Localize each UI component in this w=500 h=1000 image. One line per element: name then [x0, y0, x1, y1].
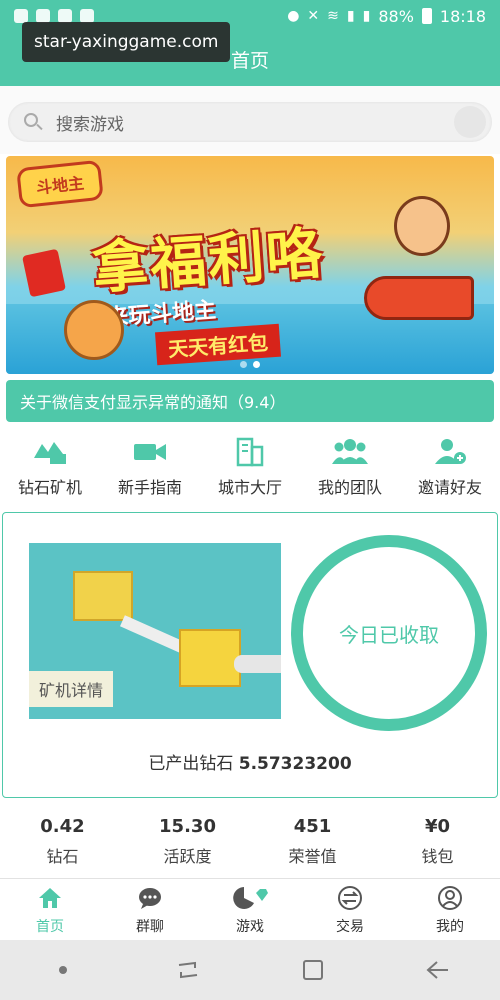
system-nav-bar: [0, 940, 500, 1000]
menu-item-invite[interactable]: 邀请好友: [400, 434, 500, 504]
notice-text: 关于微信支付显示异常的通知（9.4）: [20, 393, 286, 412]
menu-label: 钻石矿机: [17, 478, 82, 497]
stat-label: 荣誉值: [288, 847, 337, 866]
carousel-indicator: [240, 361, 260, 368]
mining-detail-button[interactable]: 矿机详情: [29, 671, 114, 707]
battery-icon: [421, 8, 432, 24]
search-placeholder: 搜索游戏: [56, 114, 124, 135]
location-icon: ●: [287, 8, 300, 24]
chat-icon: [137, 884, 163, 912]
banner-dog-character: [64, 300, 124, 360]
url-watermark: star-yaxinggame.com: [22, 22, 231, 62]
stat-value: ¥0: [424, 816, 451, 837]
status-notifications: [14, 9, 94, 23]
back-icon[interactable]: [418, 950, 458, 990]
diamond-mine-icon: [30, 434, 70, 468]
wifi-icon: ≋: [327, 8, 339, 24]
menu-label: 邀请好友: [417, 478, 482, 497]
banner-character: [364, 196, 474, 336]
tab-label: 游戏: [236, 918, 264, 935]
stat-activity[interactable]: 15.30 活跃度: [125, 816, 250, 876]
page-title: 首页: [230, 49, 269, 72]
signal-icon: ▮: [362, 8, 371, 24]
menu-item-guide[interactable]: 新手指南: [100, 434, 200, 504]
tab-profile[interactable]: 我的: [400, 879, 500, 940]
exchange-icon: [337, 884, 363, 912]
dot-icon[interactable]: [43, 950, 83, 990]
produced-label: 已产出钻石: [148, 754, 234, 774]
add-user-icon: [432, 434, 468, 468]
mining-card: 矿机详情 今日已收取 已产出钻石 5.57323200: [2, 512, 498, 798]
stat-label: 活跃度: [163, 847, 212, 866]
profile-icon: [437, 884, 463, 912]
stat-diamonds[interactable]: 0.42 钻石: [0, 816, 125, 876]
tab-home[interactable]: 首页: [0, 879, 100, 940]
tab-label: 我的: [436, 918, 464, 935]
search-icon: [22, 111, 44, 133]
carousel-dot[interactable]: [240, 361, 247, 368]
stat-value: 0.42: [40, 816, 85, 837]
team-icon: [330, 434, 370, 468]
tab-label: 群聊: [136, 918, 164, 935]
mute-icon: ✕: [307, 8, 320, 24]
tab-chat[interactable]: 群聊: [100, 879, 200, 940]
menu-label: 我的团队: [317, 478, 382, 497]
notice-bar[interactable]: 关于微信支付显示异常的通知（9.4）: [6, 380, 494, 422]
produced-value: 5.57323200: [238, 754, 352, 774]
tab-games[interactable]: 游戏: [200, 879, 300, 940]
building-icon: [232, 434, 268, 468]
notification-icon: [58, 9, 72, 23]
tab-trade[interactable]: 交易: [300, 879, 400, 940]
clock: 18:18: [439, 6, 486, 26]
banner-title: 拿福利咯: [90, 220, 327, 303]
tab-label: 交易: [336, 918, 364, 935]
shortcut-menu: 钻石矿机 新手指南 城市大厅 我的团队 邀请好友: [0, 434, 500, 504]
battery-percent: 88%: [378, 6, 414, 26]
produced-diamonds: 已产出钻石 5.57323200: [3, 749, 497, 774]
home-button-icon[interactable]: [293, 950, 333, 990]
home-icon: [37, 884, 63, 912]
carousel-dot[interactable]: [253, 361, 260, 368]
menu-item-city-hall[interactable]: 城市大厅: [200, 434, 300, 504]
gallery-icon: [80, 9, 94, 23]
recent-apps-icon[interactable]: [168, 950, 208, 990]
search-input[interactable]: 搜索游戏: [8, 102, 492, 142]
menu-item-diamond-mine[interactable]: 钻石矿机: [0, 434, 100, 504]
collect-button[interactable]: 今日已收取: [291, 535, 487, 731]
stat-value: 15.30: [159, 816, 216, 837]
signal-icon: ▮: [346, 8, 355, 24]
notification-icon: [14, 9, 28, 23]
status-indicators: ● ✕ ≋ ▮ ▮ 88% 18:18: [287, 7, 486, 26]
video-camera-icon: [130, 434, 170, 468]
menu-label: 城市大厅: [217, 478, 282, 497]
notification-icon: [36, 9, 50, 23]
stats-row: 0.42 钻石 15.30 活跃度 451 荣誉值 ¥0 钱包: [0, 816, 500, 876]
tab-label: 首页: [36, 918, 64, 935]
promo-banner[interactable]: 斗地主 拿福利咯 来玩斗地主 天天有红包: [6, 156, 494, 374]
menu-item-my-team[interactable]: 我的团队: [300, 434, 400, 504]
stat-label: 钱包: [421, 847, 454, 866]
game-icon: [232, 884, 268, 912]
stat-label: 钻石: [46, 847, 79, 866]
stat-wallet[interactable]: ¥0 钱包: [375, 816, 500, 876]
menu-label: 新手指南: [117, 478, 182, 497]
search-section: 搜索游戏: [0, 86, 500, 154]
mining-machine-image[interactable]: 矿机详情: [29, 543, 281, 719]
collect-status: 今日已收取: [339, 622, 439, 647]
stat-honor[interactable]: 451 荣誉值: [250, 816, 375, 876]
search-avatar-icon[interactable]: [454, 106, 486, 138]
stat-value: 451: [293, 816, 332, 837]
bottom-tab-bar: 首页 群聊 游戏 交易 我的: [0, 878, 500, 940]
